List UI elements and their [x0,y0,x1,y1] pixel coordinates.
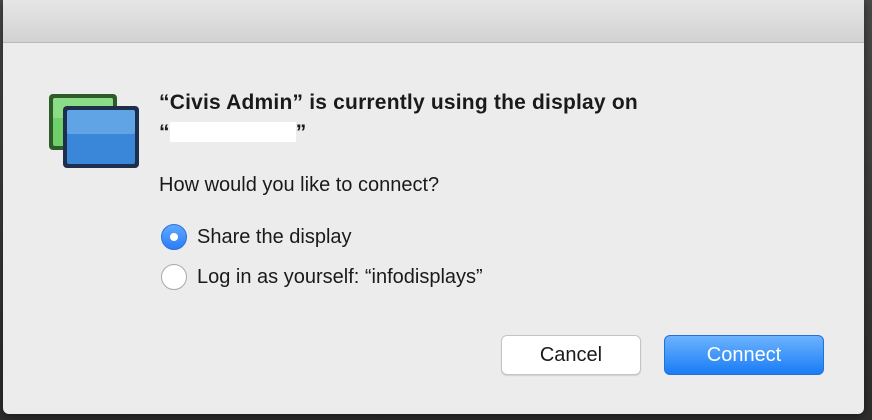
redacted-computer-name [169,122,296,142]
connect-button[interactable]: Connect [664,335,824,375]
radio-share-display[interactable] [161,224,187,250]
dialog-titlebar [3,0,864,43]
option-share-display[interactable]: Share the display [161,221,352,253]
radio-log-in-as-yourself[interactable] [161,264,187,290]
dialog-message: “Civis Admin” is currently using the dis… [159,88,819,148]
option-log-in-label: Log in as yourself: “infodisplays” [197,265,483,288]
connect-dialog: “Civis Admin” is currently using the dis… [3,0,864,414]
message-line-2: “” [159,118,819,148]
open-quote: “ [159,121,170,144]
screen-sharing-icon [47,90,143,174]
close-quote: ” [295,121,307,144]
message-line-1: “Civis Admin” is currently using the dis… [159,91,638,114]
option-log-in-as-yourself[interactable]: Log in as yourself: “infodisplays” [161,261,483,293]
connect-question: How would you like to connect? [159,174,440,196]
cancel-button[interactable]: Cancel [501,335,641,375]
option-share-display-label: Share the display [197,225,352,248]
